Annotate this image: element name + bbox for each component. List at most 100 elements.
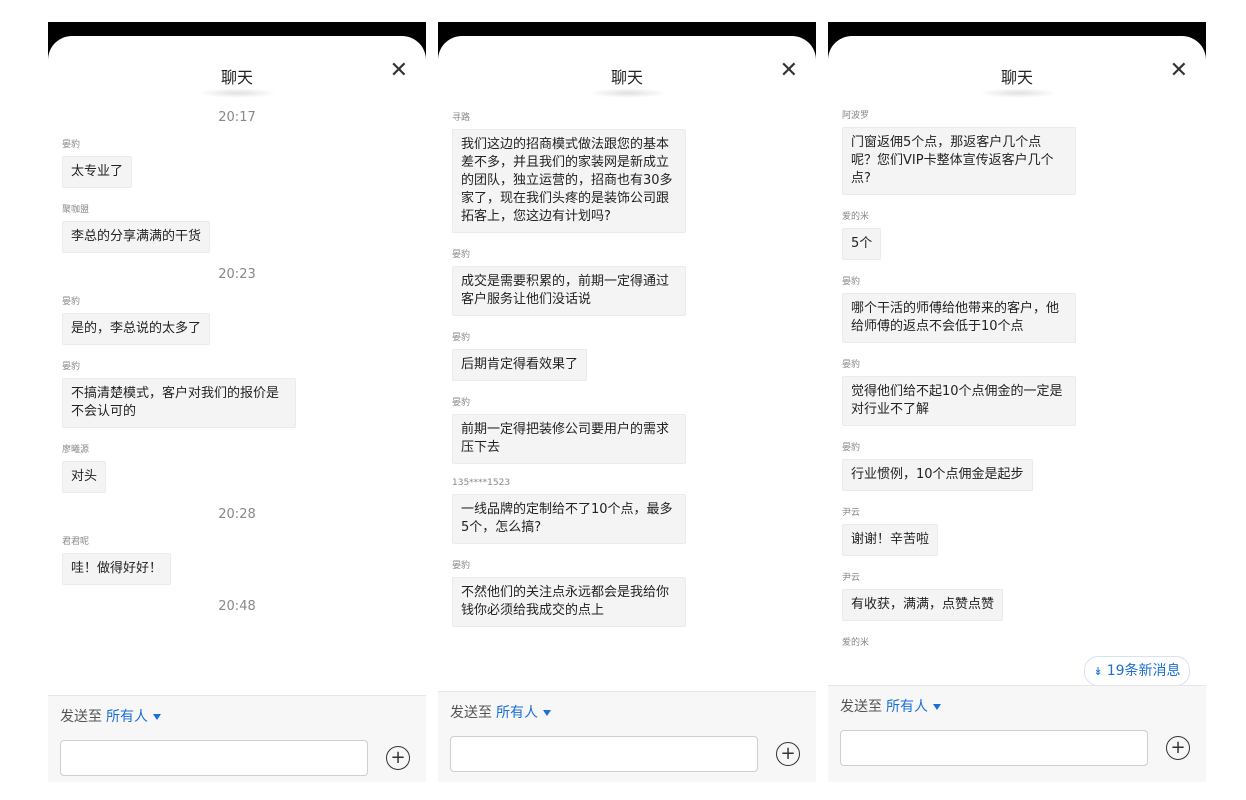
message: 尹云 谢谢！辛苦啦 (828, 505, 1206, 556)
message-list[interactable]: 20:17 晏豹 太专业了 聚咖盟 李总的分享满满的干货 20:23 晏豹 是的… (48, 100, 426, 696)
chat-sheet: 聊天 ✕ 20:17 晏豹 太专业了 聚咖盟 李总的分享满满的干货 20:23 … (48, 36, 426, 782)
message-bubble[interactable]: 哪个干活的师傅给他带来的客户，他给师傅的返点不会低于10个点 (842, 293, 1076, 343)
message-bubble[interactable]: 不然他们的关注点永远都会是我给你钱你必须给我成交的点上 (452, 577, 686, 627)
sender-name: 晏豹 (452, 561, 471, 571)
recipient-label: 所有人 (106, 709, 148, 725)
message-bubble[interactable]: 前期一定得把装修公司要用户的需求压下去 (452, 414, 686, 464)
send-to: 发送至 所有人 (48, 696, 426, 726)
message-list[interactable]: 阿波罗 门窗返佣5个点，那返客户几个点呢？您们VIP卡整体宣传返客户几个点? 爱… (828, 108, 1206, 686)
sender-name: 晏豹 (452, 333, 471, 343)
sender-name: 晏豹 (842, 277, 861, 287)
send-to: 发送至 所有人 (828, 686, 1206, 716)
message-bubble[interactable]: 成交是需要积累的，前期一定得通过客户服务让他们没话说 (452, 266, 686, 316)
chat-header: 聊天 ✕ (48, 36, 426, 98)
close-icon[interactable]: ✕ (1170, 60, 1188, 82)
message-bubble[interactable]: 哇！做得好好！ (62, 553, 172, 585)
message: 廖曦源 对头 (48, 442, 426, 493)
message-bubble[interactable]: 有收获，满满，点赞点赞 (842, 589, 1004, 621)
message: 晏豹 前期一定得把装修公司要用户的需求压下去 (438, 395, 816, 464)
message-bubble[interactable]: 5个 (842, 228, 882, 260)
message-bubble[interactable]: 我们这边的招商模式做法跟您的基本差不多，并且我们的家装网是新成立的团队，独立运营… (452, 129, 686, 233)
plus-icon[interactable]: + (776, 742, 800, 766)
message-input[interactable] (840, 730, 1148, 766)
sender-name: 廖曦源 (62, 445, 90, 455)
sender-name: 晏豹 (452, 250, 471, 260)
timestamp: 20:48 (218, 599, 256, 614)
header-shadow (588, 88, 668, 98)
message-bubble[interactable]: 李总的分享满满的干货 (62, 221, 211, 253)
message-bubble[interactable]: 一线品牌的定制给不了10个点，最多5个，怎么搞? (452, 494, 686, 544)
sender-name: 聚咖盟 (62, 205, 90, 215)
close-icon[interactable]: ✕ (390, 60, 408, 82)
sender-name: 寻路 (452, 113, 471, 123)
message: 爱的米 5个 (828, 209, 1206, 260)
message: 晏豹 是的，李总说的太多了 (48, 294, 426, 345)
sender-name: 晏豹 (62, 140, 81, 150)
sender-name: 135****1523 (452, 478, 511, 488)
sender-name: 晏豹 (62, 362, 81, 372)
sender-name: 尹云 (842, 573, 861, 583)
double-chevron-down-icon: ↡ (1093, 665, 1103, 678)
chat-title: 聊天 (610, 68, 643, 87)
new-messages-label: 19条新消息 (1106, 663, 1181, 679)
sender-name: 阿波罗 (842, 111, 870, 121)
sender-name: 晏豹 (452, 398, 471, 408)
recipient-selector[interactable]: 所有人 (886, 699, 941, 715)
message: 寻路 我们这边的招商模式做法跟您的基本差不多，并且我们的家装网是新成立的团队，独… (438, 110, 816, 233)
message: 晏豹 不搞清楚模式，客户对我们的报价是不会认可的 (48, 359, 426, 428)
message: 晏豹 行业惯例，10个点佣金是起步 (828, 440, 1206, 491)
message: 君君呢 哇！做得好好！ (48, 534, 426, 585)
chat-panel-3: 聊天 ✕ 阿波罗 门窗返佣5个点，那返客户几个点呢？您们VIP卡整体宣传返客户几… (828, 22, 1206, 782)
header-shadow (198, 88, 278, 98)
send-to: 发送至 所有人 (438, 692, 816, 722)
chat-sheet: 聊天 ✕ 阿波罗 门窗返佣5个点，那返客户几个点呢？您们VIP卡整体宣传返客户几… (828, 36, 1206, 782)
timestamp: 20:17 (218, 110, 256, 125)
plus-icon[interactable]: + (386, 746, 410, 770)
message-input[interactable] (60, 740, 368, 776)
message: 聚咖盟 李总的分享满满的干货 (48, 202, 426, 253)
sender-name: 爱的米 (842, 638, 870, 648)
message-bubble[interactable]: 谢谢！辛苦啦 (842, 524, 939, 556)
message: 135****1523 一线品牌的定制给不了10个点，最多5个，怎么搞? (438, 478, 816, 544)
close-icon[interactable]: ✕ (780, 60, 798, 82)
chat-sheet: 聊天 ✕ 寻路 我们这边的招商模式做法跟您的基本差不多，并且我们的家装网是新成立… (438, 36, 816, 782)
caret-down-icon (543, 710, 551, 716)
new-messages-button[interactable]: ↡ 19条新消息 (1084, 656, 1190, 686)
message: 尹云 有收获，满满，点赞点赞 (828, 570, 1206, 621)
sender-name: 晏豹 (842, 443, 861, 453)
message-bubble[interactable]: 行业惯例，10个点佣金是起步 (842, 459, 1033, 491)
message-bubble[interactable]: 门窗返佣5个点，那返客户几个点呢？您们VIP卡整体宣传返客户几个点? (842, 127, 1076, 195)
message-bubble[interactable]: 不搞清楚模式，客户对我们的报价是不会认可的 (62, 378, 296, 428)
chat-header: 聊天 ✕ (438, 36, 816, 98)
message: 晏豹 觉得他们给不起10个点佣金的一定是对行业不了解 (828, 357, 1206, 426)
message-list[interactable]: 寻路 我们这边的招商模式做法跟您的基本差不多，并且我们的家装网是新成立的团队，独… (438, 110, 816, 692)
message-bubble[interactable]: 觉得他们给不起10个点佣金的一定是对行业不了解 (842, 376, 1076, 426)
message-bubble[interactable]: 是的，李总说的太多了 (62, 313, 211, 345)
message-bubble[interactable]: 对头 (62, 461, 107, 493)
recipient-selector[interactable]: 所有人 (106, 709, 161, 725)
input-row: + (60, 740, 414, 778)
plus-icon[interactable]: + (1166, 736, 1190, 760)
send-to-label: 发送至 (840, 699, 882, 715)
recipient-selector[interactable]: 所有人 (496, 705, 551, 721)
input-row: + (450, 736, 804, 774)
compose-footer: 发送至 所有人 + (828, 685, 1206, 782)
chat-title: 聊天 (1000, 68, 1033, 87)
send-to-label: 发送至 (450, 705, 492, 721)
header-shadow (978, 88, 1058, 98)
message: 晏豹 不然他们的关注点永远都会是我给你钱你必须给我成交的点上 (438, 558, 816, 627)
sender-name: 晏豹 (62, 297, 81, 307)
message-bubble[interactable]: 太专业了 (62, 156, 133, 188)
message-bubble[interactable]: 后期肯定得看效果了 (452, 349, 588, 381)
message: 晏豹 成交是需要积累的，前期一定得通过客户服务让他们没话说 (438, 247, 816, 316)
message-input[interactable] (450, 736, 758, 772)
timestamp: 20:23 (218, 267, 256, 282)
compose-footer: 发送至 所有人 + (438, 691, 816, 782)
message: 晏豹 后期肯定得看效果了 (438, 330, 816, 381)
chat-panel-1: 聊天 ✕ 20:17 晏豹 太专业了 聚咖盟 李总的分享满满的干货 20:23 … (48, 22, 426, 782)
sender-name: 君君呢 (62, 537, 90, 547)
message: 阿波罗 门窗返佣5个点，那返客户几个点呢？您们VIP卡整体宣传返客户几个点? (828, 108, 1206, 195)
compose-footer: 发送至 所有人 + (48, 695, 426, 782)
caret-down-icon (153, 714, 161, 720)
input-row: + (840, 730, 1194, 768)
